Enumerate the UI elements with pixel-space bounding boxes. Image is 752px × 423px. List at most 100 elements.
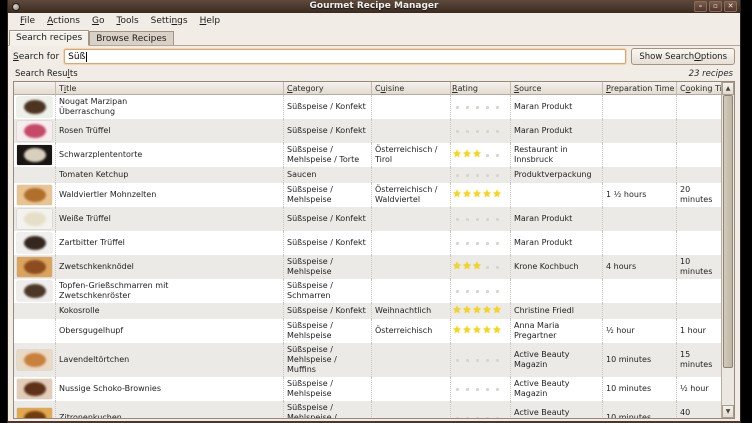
menu-settings[interactable]: Settings <box>145 15 194 27</box>
recipe-preparation-time: 10 minutes <box>603 401 677 418</box>
star-filled-icon: ★ <box>462 149 472 161</box>
table-row[interactable]: Nougat Marzipan Überraschung Süßspeise /… <box>14 95 721 119</box>
scroll-up-icon[interactable]: ▲ <box>722 82 734 95</box>
recipe-photo-cell <box>14 119 56 143</box>
recipe-source: Christine Friedl <box>511 303 603 319</box>
star-filled-icon: ★ <box>462 305 472 317</box>
recipe-count: 23 recipes <box>689 69 733 79</box>
star-empty-icon <box>452 285 462 297</box>
table-row[interactable]: Zartbitter Trüffel Süßspeise / Konfekt M… <box>14 231 721 255</box>
table-row[interactable]: Nussige Schoko-Brownies Süßspeise / Mehl… <box>14 377 721 401</box>
tab-search-recipes[interactable]: Search recipes <box>9 30 89 46</box>
recipe-preparation-time: 10 minutes <box>603 377 677 401</box>
text-cursor <box>86 52 87 62</box>
recipe-photo-cell <box>14 95 56 119</box>
lemon-cake-photo <box>17 408 52 418</box>
table-row[interactable]: Lavendeltörtchen Süßspeise / Mehlspeise … <box>14 343 721 377</box>
star-empty-icon <box>482 101 492 113</box>
column-header-cooking-time[interactable]: Cooking Time <box>677 82 721 95</box>
star-empty-icon <box>472 125 482 137</box>
column-header-category[interactable]: Category <box>284 82 372 95</box>
menu-tools[interactable]: Tools <box>110 15 144 27</box>
star-empty-icon <box>462 101 472 113</box>
recipe-title: Rosen Trüffel <box>56 119 284 143</box>
star-empty-icon <box>462 169 472 181</box>
table-row[interactable]: Tomaten Ketchup Saucen Produktverpackung <box>14 167 721 183</box>
table-row[interactable]: Schwarzplententorte Süßspeise / Mehlspei… <box>14 143 721 167</box>
recipe-source: Maran Produkt <box>511 95 603 119</box>
show-search-options-button[interactable]: Show Search Options <box>631 48 735 65</box>
results-table: Title Category Cuisine Rating Source Pre… <box>13 81 735 419</box>
table-row[interactable]: Rosen Trüffel Süßspeise / Konfekt Maran … <box>14 119 721 143</box>
recipe-title: Nussige Schoko-Brownies <box>56 377 284 401</box>
minimize-icon[interactable]: – <box>694 1 707 12</box>
recipe-cooking-time <box>677 167 721 183</box>
recipe-source <box>511 183 603 207</box>
recipe-title: Topfen-Grießschmarren mit Zwetschkenröst… <box>56 279 284 303</box>
scroll-down-icon[interactable]: ▼ <box>722 405 734 418</box>
star-empty-icon <box>492 383 502 395</box>
search-for-label: Search for <box>13 52 59 62</box>
recipe-category: Süßspeise / Konfekt <box>284 303 372 319</box>
star-filled-icon: ★ <box>452 189 462 201</box>
recipe-preparation-time: 1 ½ hours <box>603 183 677 207</box>
title-bar[interactable]: Gourmet Recipe Manager – ▫ ✕ <box>8 0 740 13</box>
recipe-rating <box>451 231 511 255</box>
table-row[interactable]: Waldviertler Mohnzelten Süßspeise / Mehl… <box>14 183 721 207</box>
table-row[interactable]: Obersgugelhupf Süßspeise / Mehlspeise Ös… <box>14 319 721 343</box>
recipe-category: Süßspeise / Konfekt <box>284 207 372 231</box>
column-header-title[interactable]: Title <box>56 82 284 95</box>
table-row[interactable]: Topfen-Grießschmarren mit Zwetschkenröst… <box>14 279 721 303</box>
recipe-category: Süßspeise / Konfekt <box>284 231 372 255</box>
menu-actions[interactable]: Actions <box>41 15 86 27</box>
table-row[interactable]: Kokosrolle Süßspeise / Konfekt Weihnacht… <box>14 303 721 319</box>
recipe-source: Krone Kochbuch <box>511 255 603 279</box>
close-icon[interactable]: ✕ <box>724 1 737 12</box>
recipe-preparation-time <box>603 231 677 255</box>
search-input[interactable]: Süß <box>64 49 626 64</box>
star-filled-icon: ★ <box>462 325 472 337</box>
maximize-icon[interactable]: ▫ <box>709 1 722 12</box>
column-header-cuisine[interactable]: Cuisine <box>372 82 451 95</box>
star-empty-icon <box>492 237 502 249</box>
recipe-category: Süßspeise / Mehlspeise <box>284 319 372 343</box>
star-empty-icon <box>462 213 472 225</box>
recipe-photo-cell <box>14 319 56 343</box>
recipe-preparation-time <box>603 143 677 167</box>
recipe-title: Tomaten Ketchup <box>56 167 284 183</box>
column-header-preparation-time[interactable]: Preparation Time <box>603 82 677 95</box>
star-empty-icon <box>452 101 462 113</box>
star-filled-icon: ★ <box>462 189 472 201</box>
recipe-source: Active Beauty Magazin <box>511 401 603 418</box>
recipe-category: Süßspeise / Schmarren <box>284 279 372 303</box>
star-empty-icon <box>452 213 462 225</box>
recipe-category: Süßspeise / Mehlspeise <box>284 377 372 401</box>
recipe-title: Obersgugelhupf <box>56 319 284 343</box>
column-header-source[interactable]: Source <box>511 82 603 95</box>
star-empty-icon <box>472 101 482 113</box>
table-row[interactable]: Zitronenkuchen Süßspeise / Mehlspeise / … <box>14 401 721 418</box>
recipe-source: Active Beauty Magazin <box>511 377 603 401</box>
tab-browse-recipes[interactable]: Browse Recipes <box>89 31 173 45</box>
recipe-source: Anna Maria Pregartner <box>511 319 603 343</box>
recipe-source: Maran Produkt <box>511 231 603 255</box>
menu-file[interactable]: File <box>14 15 41 27</box>
scrollbar-track[interactable] <box>722 95 734 405</box>
recipe-cuisine: Österreichisch <box>372 319 451 343</box>
table-row[interactable]: Zwetschkenknödel Süßspeise / Mehlspeise … <box>14 255 721 279</box>
column-header-rating[interactable]: Rating <box>451 82 511 95</box>
recipe-source: Maran Produkt <box>511 119 603 143</box>
star-empty-icon <box>472 169 482 181</box>
menu-help[interactable]: Help <box>194 15 227 27</box>
menu-go[interactable]: Go <box>86 15 111 27</box>
column-header-photo[interactable] <box>14 82 56 95</box>
scrollbar-thumb[interactable] <box>723 95 733 368</box>
star-empty-icon <box>482 383 492 395</box>
recipe-preparation-time <box>603 119 677 143</box>
recipe-rating <box>451 119 511 143</box>
table-row[interactable]: Weiße Trüffel Süßspeise / Konfekt Maran … <box>14 207 721 231</box>
rose-truffle-photo <box>17 121 52 141</box>
star-empty-icon <box>462 354 472 366</box>
recipe-photo-cell <box>14 167 56 183</box>
recipe-rating: ★★★★★ <box>451 183 511 207</box>
